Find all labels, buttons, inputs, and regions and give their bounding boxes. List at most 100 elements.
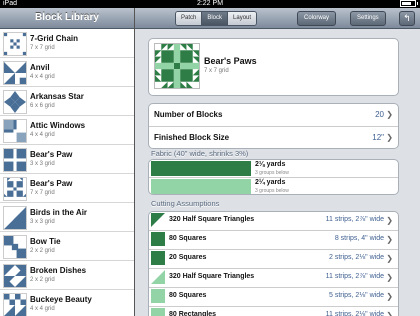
cutting-row[interactable]: 320 Half Square Triangles 11 strips, 2⅞" … (149, 269, 398, 288)
fabric-row[interactable]: 2¼ yards 3 groups below (149, 178, 398, 194)
library-item-grid: 3 x 3 grid (30, 161, 55, 167)
settings-button[interactable]: Settings (350, 11, 386, 26)
block-thumbnail (3, 264, 27, 288)
library-item[interactable]: Anvil 4 x 4 grid (0, 58, 134, 87)
block-name: Bear's Paws (204, 56, 257, 66)
cutting-strips: 11 strips, 2⅞" wide (325, 273, 384, 280)
cutting-strips: 11 strips, 2⅛" wide (325, 311, 384, 316)
block-thumbnail (3, 235, 27, 259)
block-card[interactable]: Bear's Paws 7 x 7 grid (148, 38, 399, 96)
fabric-groups: 3 groups below (255, 188, 289, 194)
chevron-right-icon: ❯ (386, 311, 393, 316)
cutting-strips: 8 strips, 4" wide (334, 235, 384, 242)
colorway-button[interactable]: Colorway (297, 11, 337, 26)
bears-paw-block-icon (155, 44, 199, 88)
library-item-name: 7-Grid Chain (30, 34, 79, 43)
cutting-strips: 5 strips, 2⅛" wide (328, 292, 384, 299)
status-bar: iPad 2:22 PM (0, 0, 420, 8)
fabric-swatch-light (151, 179, 251, 194)
chevron-right-icon: ❯ (386, 292, 393, 301)
cutting-row[interactable]: 80 Rectangles 11 strips, 2⅛" wide ❯ (149, 307, 398, 316)
block-thumbnail (3, 148, 27, 172)
block-thumbnail (3, 90, 27, 114)
library-item-name: Anvil (30, 63, 50, 72)
library-item[interactable]: Buckeye Beauty 4 x 4 grid (0, 290, 134, 316)
setting-label: Number of Blocks (154, 110, 223, 119)
block-thumbnail (3, 61, 27, 85)
cutting-group: 320 Half Square Triangles 11 strips, 2⅞" … (148, 211, 399, 316)
chevron-right-icon: ❯ (386, 273, 393, 282)
back-arrow-icon[interactable]: ↰ (399, 11, 415, 26)
block-grid-size: 7 x 7 grid (204, 68, 229, 74)
library-title: Block Library (0, 8, 134, 29)
library-item-name: Arkansas Star (30, 92, 84, 101)
cutting-piece: 20 Squares (169, 254, 207, 261)
library-item-grid: 7 x 7 grid (30, 45, 55, 51)
number-of-blocks-row[interactable]: Number of Blocks 20 ❯ (149, 104, 398, 127)
finished-block-size-row[interactable]: Finished Block Size 12" ❯ (149, 127, 398, 148)
fabric-groups: 3 groups below (255, 170, 289, 176)
fabric-row[interactable]: 2⅛ yards 3 groups below (149, 160, 398, 178)
library-item[interactable]: Broken Dishes 2 x 2 grid (0, 261, 134, 290)
cutting-section-title: Cutting Assumptions (151, 199, 220, 208)
library-item-grid: 3 x 3 grid (30, 219, 55, 225)
library-list: 7-Grid Chain 7 x 7 grid Anvil 4 x 4 grid Ark… (0, 29, 134, 316)
cutting-row[interactable]: 20 Squares 2 strips, 2⅛" wide ❯ (149, 250, 398, 269)
block-thumbnail (3, 293, 27, 316)
cutting-piece: 320 Half Square Triangles (169, 216, 255, 223)
cutting-piece: 80 Rectangles (169, 311, 217, 316)
view-segmented-control: Patch Block Layout (175, 11, 258, 26)
bears-paw-block-image (154, 43, 200, 89)
tab-patch[interactable]: Patch (176, 12, 203, 25)
chevron-right-icon: ❯ (386, 235, 393, 244)
setting-value: 20 (375, 110, 384, 119)
library-item-name: Bow Tie (30, 237, 61, 246)
library-item[interactable]: Bear's Paw 3 x 3 grid (0, 145, 134, 174)
library-item-grid: 2 x 2 grid (30, 277, 55, 283)
fabric-group: 2⅛ yards 3 groups below 2¼ yards 3 group… (148, 159, 399, 195)
clock: 2:22 PM (196, 0, 224, 7)
cutting-row[interactable]: 80 Squares 8 strips, 4" wide ❯ (149, 231, 398, 250)
library-item-grid: 7 x 7 grid (30, 190, 55, 196)
block-thumbnail (3, 206, 27, 230)
library-item[interactable]: Birds in the Air 3 x 3 grid (0, 203, 134, 232)
setting-label: Finished Block Size (154, 133, 230, 142)
library-item-grid: 2 x 2 grid (30, 248, 55, 254)
library-item[interactable]: Bow Tie 2 x 2 grid (0, 232, 134, 261)
square-light-icon (151, 308, 165, 316)
library-item-name: Bear's Paw (30, 179, 73, 188)
block-thumbnail (3, 177, 27, 201)
cutting-row[interactable]: 320 Half Square Triangles 11 strips, 2⅞" … (149, 212, 398, 231)
library-item-name: Birds in the Air (30, 208, 88, 217)
setting-value: 12" (372, 133, 384, 142)
fabric-yards: 2¼ yards (255, 179, 286, 186)
cutting-piece: 80 Squares (169, 235, 207, 242)
square-light-icon (151, 289, 165, 303)
block-library-pane: Block Library 7-Grid Chain 7 x 7 grid Anvi… (0, 8, 135, 316)
library-item-name: Broken Dishes (30, 266, 87, 275)
tab-layout[interactable]: Layout (228, 12, 257, 25)
toolbar: Patch Block Layout Colorway Settings ↰ (135, 8, 420, 29)
library-item-grid: 4 x 4 grid (30, 306, 55, 312)
hst-dark-icon (151, 213, 165, 227)
chevron-right-icon: ❯ (386, 254, 393, 263)
square-dark-icon (151, 251, 165, 265)
library-item-grid: 4 x 4 grid (30, 132, 55, 138)
cutting-piece: 80 Squares (169, 292, 207, 299)
chevron-right-icon: ❯ (386, 110, 393, 119)
library-item-name: Bear's Paw (30, 150, 73, 159)
fabric-swatch-dark (151, 161, 251, 176)
library-item[interactable]: Arkansas Star 6 x 6 grid (0, 87, 134, 116)
fabric-yards: 2⅛ yards (255, 161, 286, 168)
library-item[interactable]: Bear's Paw 7 x 7 grid (0, 174, 134, 203)
library-item[interactable]: 7-Grid Chain 7 x 7 grid (0, 29, 134, 58)
cutting-row[interactable]: 80 Squares 5 strips, 2⅛" wide ❯ (149, 288, 398, 307)
hst-light-icon (151, 270, 165, 284)
cutting-strips: 2 strips, 2⅛" wide (328, 254, 384, 261)
chevron-right-icon: ❯ (386, 133, 393, 142)
block-thumbnail (3, 119, 27, 143)
library-item[interactable]: Attic Windows 4 x 4 grid (0, 116, 134, 145)
cutting-strips: 11 strips, 2⅞" wide (325, 216, 384, 223)
square-dark-icon (151, 232, 165, 246)
tab-block[interactable]: Block (202, 12, 229, 25)
